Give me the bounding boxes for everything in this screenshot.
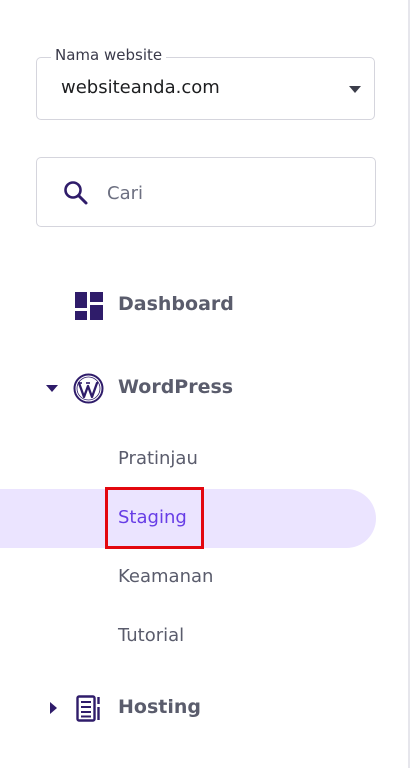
website-select-value: websiteanda.com (61, 77, 220, 98)
collapse-arrow-icon (50, 702, 57, 714)
subnav-item-tutorial[interactable]: Tutorial (118, 625, 184, 646)
nav-item-wordpress[interactable]: WordPress (0, 365, 376, 411)
website-select-label: Nama website (51, 46, 167, 64)
search-input[interactable] (105, 176, 349, 210)
wordpress-icon (73, 373, 104, 408)
expand-arrow-icon (46, 385, 58, 392)
website-select[interactable]: Nama website websiteanda.com (36, 46, 375, 120)
nav-item-hosting-label: Hosting (118, 696, 201, 718)
dashboard-icon (75, 292, 103, 324)
subnav-item-staging-active-bg (0, 489, 376, 548)
search-box[interactable] (36, 157, 376, 227)
server-icon (76, 695, 102, 726)
nav-item-dashboard-label: Dashboard (118, 293, 234, 315)
subnav-item-pratinjau[interactable]: Pratinjau (118, 448, 198, 469)
subnav-item-staging[interactable]: Staging (118, 507, 187, 528)
nav-item-dashboard[interactable]: Dashboard (0, 282, 376, 328)
subnav-item-keamanan[interactable]: Keamanan (118, 566, 213, 587)
sidebar-divider (408, 0, 410, 768)
search-icon (63, 180, 89, 210)
nav-item-hosting[interactable]: Hosting (0, 685, 376, 731)
nav-item-wordpress-label: WordPress (118, 376, 234, 398)
chevron-down-icon (349, 86, 361, 93)
